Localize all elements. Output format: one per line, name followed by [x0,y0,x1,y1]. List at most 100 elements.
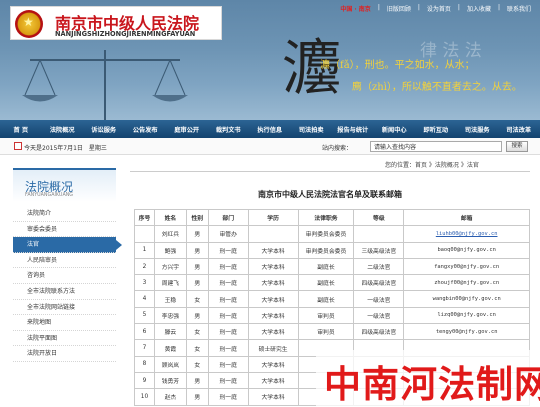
nav-home[interactable]: 首 页 [0,125,42,134]
cell-position: 审判员 [297,323,355,341]
sidebar-item-consultants[interactable]: 咨询员 [13,268,116,284]
col-header-email: 邮箱 [403,208,530,227]
cell-education: 大学本科 [247,306,299,325]
nav-news[interactable]: 新闻中心 [374,125,416,134]
cell-grade: 二级法官 [353,257,405,276]
sidebar-item-judges[interactable]: 法官 [13,237,122,253]
cell-email[interactable]: liuhb00@njfy.gov.cn [403,225,530,243]
cell-education: 大学本科 [247,274,299,292]
nav-reports[interactable]: 报告与统计 [332,125,374,134]
header-banner: 律 法 法 灋 灋（fǎ），刑也。平之如水，从水； 廌（zhì），所以触不直者去… [0,0,540,120]
watermark-text: 中南河法制网 [324,362,540,406]
cell-index: 2 [134,257,155,276]
cell-name: 赵杰 [153,388,187,406]
cell-email[interactable]: tengy00@njfy.gov.cn [403,323,530,341]
cell-index: 9 [134,371,155,390]
sidebar-item-jurors[interactable]: 人民陪审员 [13,253,116,269]
cell-education: 大学本科 [247,290,299,308]
cell-index: 5 [134,306,155,325]
cell-grade [353,225,405,243]
cell-education: 大学本科 [247,257,299,276]
nav-litigation-service[interactable]: 诉讼服务 [83,125,125,134]
cell-name: 黄霞 [153,339,187,357]
cell-gender: 女 [185,290,209,308]
cell-index: 1 [134,241,155,259]
breadcrumb: 您的位置：首页 》法院概况 》法官 [385,162,479,169]
top-link-set-homepage[interactable]: 设为首页 [422,3,456,14]
page-title: 南京市中级人民法院法官名单及联系邮箱 [258,190,402,199]
cell-grade: 四级高级法官 [353,323,405,341]
top-link-add-favorite[interactable]: 加入收藏 [462,3,496,14]
col-header-grade: 等级 [353,208,405,227]
cell-department: 刑一庭 [207,274,249,292]
cell-name: 周建飞 [153,274,187,292]
cell-index: 4 [134,290,155,308]
cell-position: 审判委员会委员 [297,225,355,243]
cell-department: 刑一庭 [207,290,249,308]
top-link-contact[interactable]: 联系我们 [502,3,536,14]
cell-name: 刘红兵 [153,225,187,243]
cell-name: 李忠强 [153,306,187,325]
cell-gender: 男 [185,257,209,276]
top-links: 中国 · 南京 | 旧版回顾 | 设为首页 | 加入收藏 | 联系我们 [335,3,536,14]
sidebar: 法院概况 FANYUANGAIKUANG 法院简介 审委会委员 法官 人民陪审员… [13,168,122,407]
nav-interaction[interactable]: 即听互动 [415,125,457,134]
cell-grade: 四级高级法官 [353,274,405,292]
col-header-gender: 性别 [185,208,209,227]
sidebar-item-floor-plan[interactable]: 法院平面图 [13,331,116,347]
top-link-region[interactable]: 中国 · 南京 [335,3,375,14]
cell-education: 大学本科 [247,241,299,259]
table-row: 1 鲍强男刑一庭 大学本科 审判委员会委员 三级高级法官 baoq00@njfy.gov.… [134,241,530,259]
cell-department: 刑一庭 [207,306,249,325]
table-row: 3 周建飞男刑一庭 大学本科 副庭长 四级高级法官 zhoujf00@njfy.gov.c… [134,274,530,292]
sidebar-item-open-day[interactable]: 法院开放日 [13,346,116,362]
nav-judicial-service[interactable]: 司法服务 [457,125,499,134]
cell-education: 硕士研究生 [247,339,299,357]
nav-court-overview[interactable]: 法院概况 [42,125,84,134]
cell-name: 钱勇芳 [153,371,187,390]
sidebar-item-map[interactable]: 来院地图 [13,315,116,331]
motto-line-2: 廌（zhì），所以触不直者去之。从去。 [352,82,522,93]
sidebar-item-court-intro[interactable]: 法院简介 [13,206,116,222]
cell-gender: 男 [185,371,209,390]
cell-email[interactable]: zhoujf00@njfy.gov.cn [403,274,530,292]
cell-department: 刑一庭 [207,355,249,373]
motto-line-1: 灋（fǎ），刑也。平之如水，从水； [320,60,475,71]
nav-announcements[interactable]: 公告发布 [125,125,167,134]
sidebar-item-committee[interactable]: 审委会委员 [13,222,116,238]
site-logo[interactable]: 南京市中级人民法院 NANJINGSHIZHONGJIRENMINGFAYUAN [10,6,222,40]
col-header-name: 姓名 [153,208,187,227]
cell-gender: 男 [185,241,209,259]
table-row: 刘红兵男审管办 审判委员会委员 liuhb00@njfy.gov.cn [134,225,530,243]
cell-email[interactable]: wangbin00@njfy.gov.cn [403,290,530,308]
cell-email[interactable]: baoq00@njfy.gov.cn [403,241,530,259]
cell-department: 刑一庭 [207,339,249,357]
nav-judgments[interactable]: 裁判文书 [208,125,250,134]
nav-enforcement[interactable]: 执行信息 [249,125,291,134]
cell-grade: 一级法官 [353,290,405,308]
table-header-row: 序号 姓名 性别 部门 学历 法律职务 等级 邮箱 [134,208,530,227]
scales-of-justice-icon [22,50,188,120]
cell-gender: 男 [185,225,209,243]
search-button[interactable]: 搜索 [506,141,528,152]
cell-index: 8 [134,355,155,373]
cell-email[interactable]: fangxy00@njfy.gov.cn [403,257,530,276]
cell-department: 刑一庭 [207,257,249,276]
cell-position: 副庭长 [297,290,355,308]
cell-name: 顾岚岚 [153,355,187,373]
nav-judicial-auction[interactable]: 司法拍卖 [291,125,333,134]
sidebar-header: 法院概况 FANYUANGAIKUANG [13,168,116,202]
top-link-old-version[interactable]: 旧版回顾 [382,3,416,14]
nav-judicial-reform[interactable]: 司法改革 [498,125,540,134]
cell-gender: 男 [185,306,209,325]
cell-department: 刑一庭 [207,241,249,259]
sidebar-item-website-links[interactable]: 全市法院网站链接 [13,300,116,316]
cell-index: 6 [134,323,155,341]
cell-position: 审判委员会委员 [297,241,355,259]
sidebar-item-contacts[interactable]: 全市法院联系方法 [13,284,116,300]
search-label: 站内搜索： [322,145,353,152]
cell-email[interactable]: lizq00@njfy.gov.cn [403,306,530,325]
search-input[interactable] [370,141,502,152]
nav-trial-open[interactable]: 庭审公开 [166,125,208,134]
cell-department: 刑一庭 [207,323,249,341]
